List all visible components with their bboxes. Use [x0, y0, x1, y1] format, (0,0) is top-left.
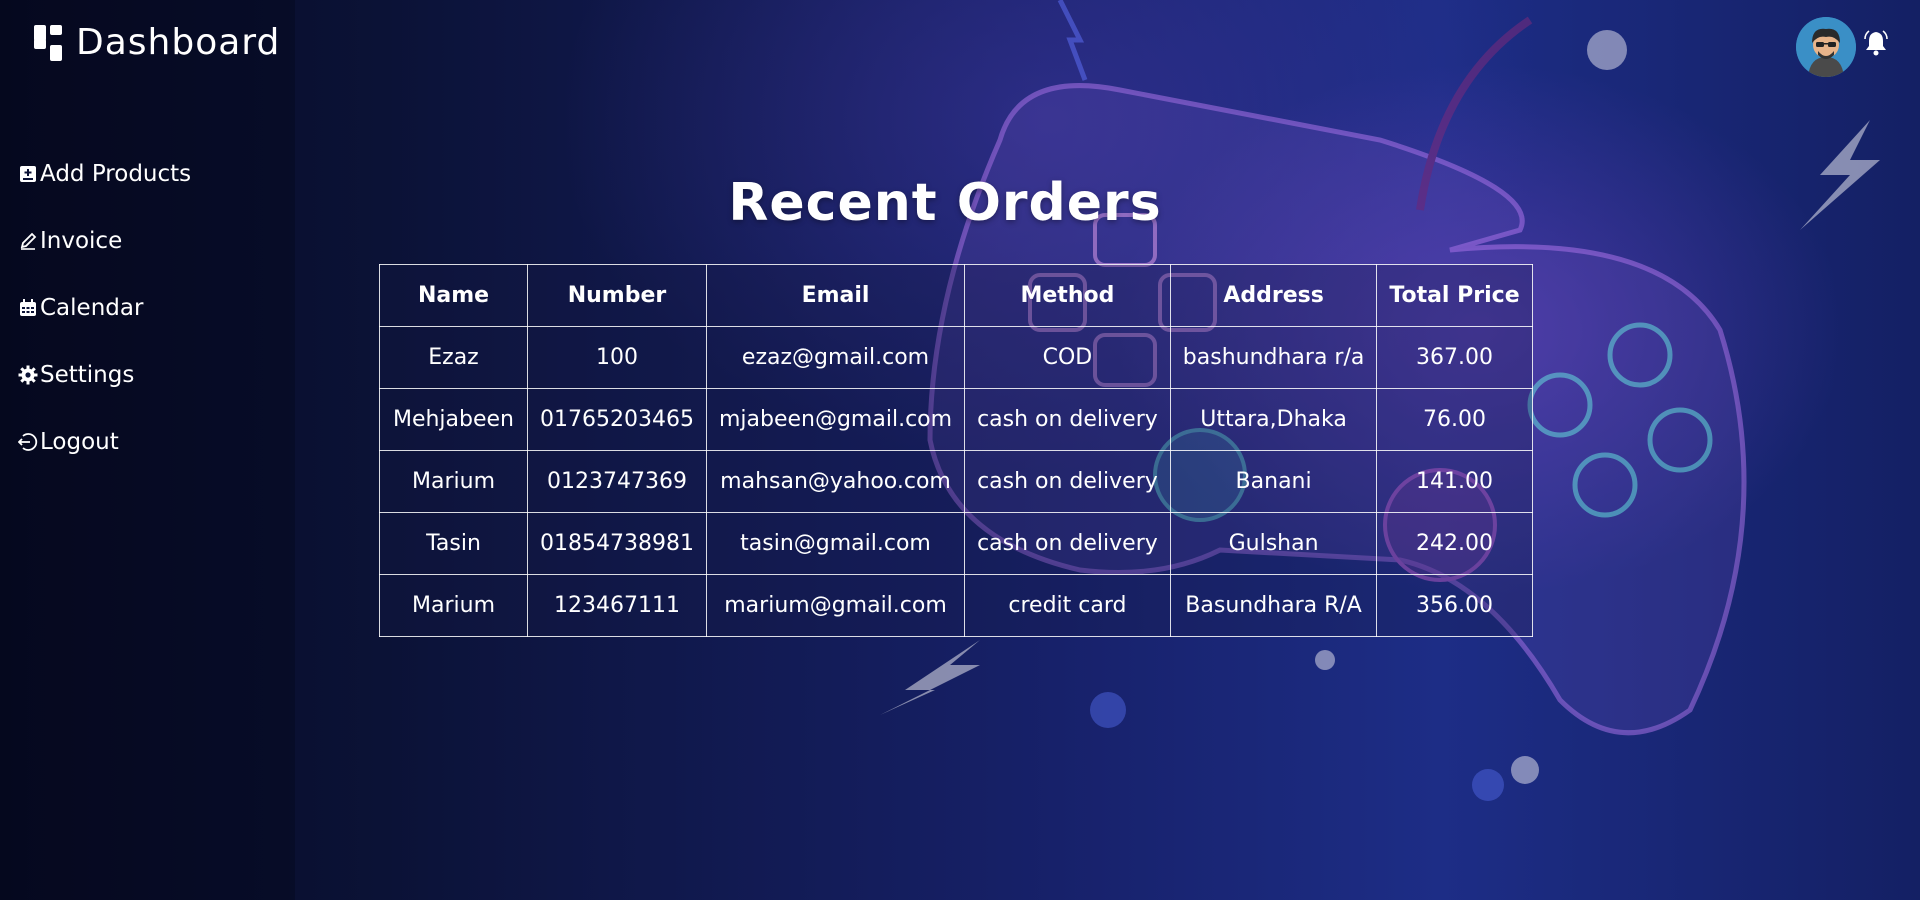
table-row: Marium 123467111 marium@gmail.com credit… — [379, 574, 1533, 637]
cell-name: Mehjabeen — [379, 388, 528, 451]
table-row: Marium 0123747369 mahsan@yahoo.com cash … — [379, 450, 1533, 513]
column-header-number: Number — [527, 264, 707, 327]
cell-name: Marium — [379, 574, 528, 637]
sidebar-item-add-products[interactable]: Add Products — [18, 140, 191, 207]
dashboard-grid-icon — [34, 24, 62, 61]
cell-number: 01854738981 — [527, 512, 707, 575]
sidebar-item-label: Invoice — [40, 227, 123, 254]
sidebar: Dashboard Add Products Invoice Calendar — [0, 0, 295, 900]
sidebar-item-settings[interactable]: Settings — [18, 341, 191, 408]
sidebar-item-calendar[interactable]: Calendar — [18, 274, 191, 341]
page-title: Recent Orders — [728, 172, 1162, 233]
cell-name: Marium — [379, 450, 528, 513]
table-row: Ezaz 100 ezaz@gmail.com COD bashundhara … — [379, 326, 1533, 389]
column-header-name: Name — [379, 264, 528, 327]
column-header-email: Email — [705, 264, 966, 327]
cell-email: ezaz@gmail.com — [705, 326, 966, 389]
sidebar-item-label: Add Products — [40, 160, 192, 187]
cell-total-price: 356.00 — [1376, 574, 1533, 637]
table-row: Tasin 01854738981 tasin@gmail.com cash o… — [379, 512, 1533, 575]
cell-method: credit card — [964, 574, 1171, 637]
cell-method: cash on delivery — [964, 450, 1171, 513]
pencil-icon — [18, 231, 38, 251]
cell-email: mahsan@yahoo.com — [705, 450, 966, 513]
avatar[interactable] — [1796, 17, 1856, 77]
cell-method: cash on delivery — [964, 388, 1171, 451]
recent-orders-table: Name Number Email Method Address Total P… — [379, 264, 1533, 637]
cell-number: 01765203465 — [527, 388, 707, 451]
cell-total-price: 242.00 — [1376, 512, 1533, 575]
cell-email: tasin@gmail.com — [705, 512, 966, 575]
cell-address: bashundhara r/a — [1169, 326, 1378, 389]
user-avatar-icon — [1796, 17, 1856, 77]
cell-name: Tasin — [379, 512, 528, 575]
column-header-address: Address — [1169, 264, 1378, 327]
cell-number: 0123747369 — [527, 450, 707, 513]
sidebar-item-label: Logout — [40, 428, 119, 455]
sidebar-item-label: Calendar — [40, 294, 144, 321]
brand[interactable]: Dashboard — [34, 22, 280, 63]
cell-address: Basundhara R/A — [1169, 574, 1378, 637]
cell-method: cash on delivery — [964, 512, 1171, 575]
sidebar-item-logout[interactable]: Logout — [18, 408, 191, 475]
cell-number: 100 — [527, 326, 707, 389]
cell-method: COD — [964, 326, 1171, 389]
calendar-icon — [18, 298, 38, 318]
sidebar-item-invoice[interactable]: Invoice — [18, 207, 191, 274]
sidebar-nav: Add Products Invoice Calendar Settings L… — [18, 140, 191, 475]
cell-email: mjabeen@gmail.com — [705, 388, 966, 451]
cell-total-price: 367.00 — [1376, 326, 1533, 389]
column-header-total-price: Total Price — [1376, 264, 1533, 327]
column-header-method: Method — [964, 264, 1171, 327]
dashboard-app: Dashboard Add Products Invoice Calendar — [0, 0, 1920, 900]
cell-address: Banani — [1169, 450, 1378, 513]
cell-total-price: 141.00 — [1376, 450, 1533, 513]
logout-icon — [18, 432, 38, 452]
brand-title: Dashboard — [76, 22, 281, 63]
gear-icon — [18, 365, 38, 385]
add-box-icon — [18, 164, 38, 184]
sidebar-item-label: Settings — [40, 361, 135, 388]
cell-address: Gulshan — [1169, 512, 1378, 575]
cell-name: Ezaz — [379, 326, 528, 389]
bell-icon — [1864, 30, 1888, 56]
table-row: Mehjabeen 01765203465 mjabeen@gmail.com … — [379, 388, 1533, 451]
cell-total-price: 76.00 — [1376, 388, 1533, 451]
notifications-button[interactable] — [1864, 30, 1888, 60]
cell-address: Uttara,Dhaka — [1169, 388, 1378, 451]
cell-number: 123467111 — [527, 574, 707, 637]
table-header-row: Name Number Email Method Address Total P… — [379, 264, 1533, 327]
cell-email: marium@gmail.com — [705, 574, 966, 637]
